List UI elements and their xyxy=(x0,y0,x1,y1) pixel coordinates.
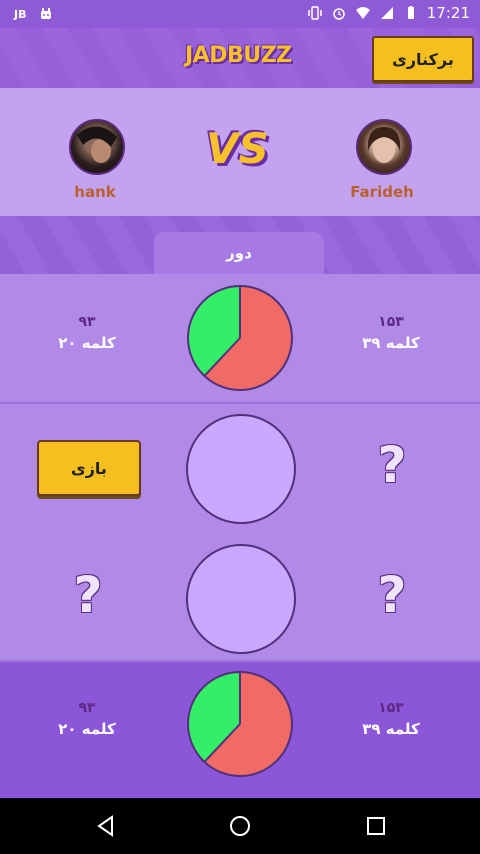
status-bar: JB 17:21 xyxy=(0,0,480,28)
cell-signal-icon xyxy=(379,5,395,21)
avatar-right-player[interactable] xyxy=(356,119,412,175)
android-nav-bar xyxy=(0,798,480,854)
round-empty-circle xyxy=(186,544,296,654)
left-total-block: ۹۳ ۲۰ کلمه xyxy=(22,700,152,738)
right-total-block: ۱۵۳ ۳۹ کلمه xyxy=(326,700,456,738)
tab-round[interactable]: دور xyxy=(154,232,324,274)
status-right: 17:21 xyxy=(307,4,470,22)
right-score: ۱۵۳ xyxy=(378,314,404,330)
android-icon xyxy=(38,6,54,22)
left-score-block: ۹۳ ۲۰ کلمه xyxy=(22,314,152,352)
quit-button[interactable]: برکناری xyxy=(372,36,474,82)
left-score: ۹۳ xyxy=(78,314,96,330)
right-score-block: ۱۵۳ ۳۹ کلمه xyxy=(326,314,456,352)
unknown-question-icon: ? xyxy=(377,566,407,624)
round-pie-chart xyxy=(187,285,293,391)
battery-icon xyxy=(403,5,419,21)
recents-icon[interactable] xyxy=(364,814,388,838)
status-time: 17:21 xyxy=(426,4,470,22)
left-player-name: hank xyxy=(74,183,116,201)
left-word-count: ۲۰ کلمه xyxy=(58,334,116,352)
round-empty-circle xyxy=(186,414,296,524)
status-jb-label: JB xyxy=(14,7,27,21)
left-total-score: ۹۳ xyxy=(78,700,96,716)
right-total-words: ۳۹ کلمه xyxy=(362,720,420,738)
wifi-icon xyxy=(355,5,371,21)
unknown-question-icon: ? xyxy=(73,566,103,624)
alarm-icon xyxy=(331,5,347,21)
play-button[interactable]: بازی xyxy=(37,440,141,496)
vibrate-icon xyxy=(307,5,323,21)
right-word-count: ۳۹ کلمه xyxy=(362,334,420,352)
back-icon[interactable] xyxy=(94,814,118,838)
app-logo: JADBUZZ xyxy=(185,43,292,68)
left-total-words: ۲۰ کلمه xyxy=(58,720,116,738)
avatar-left-player[interactable] xyxy=(69,119,125,175)
right-player-name: Farideh xyxy=(350,183,414,201)
home-icon[interactable] xyxy=(228,814,252,838)
status-left: JB xyxy=(14,6,54,22)
unknown-question-icon: ? xyxy=(377,436,407,494)
versus-label: VS xyxy=(206,124,269,173)
total-pie-chart xyxy=(187,671,293,777)
right-total-score: ۱۵۳ xyxy=(378,700,404,716)
